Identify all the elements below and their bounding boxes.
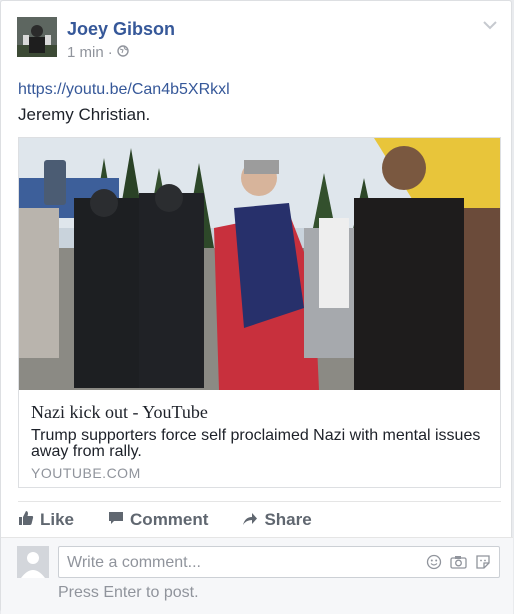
- share-arrow-icon: [242, 510, 258, 531]
- action-bar: Like Comment Share: [18, 508, 501, 532]
- author-avatar[interactable]: [17, 17, 57, 57]
- divider: [18, 501, 501, 502]
- composer-icons: [426, 554, 491, 575]
- comment-bubble-icon: [108, 510, 124, 531]
- preview-image[interactable]: [19, 138, 500, 390]
- preview-domain: YOUTUBE.COM: [31, 465, 141, 481]
- post-card: Joey Gibson 1 min · https://youtu.be/Can…: [0, 0, 513, 614]
- comment-label: Comment: [130, 510, 209, 529]
- share-label: Share: [264, 510, 312, 529]
- like-label: Like: [40, 510, 75, 529]
- comment-button[interactable]: Comment: [108, 508, 208, 532]
- post-link[interactable]: https://youtu.be/Can4b5XRkxl: [18, 81, 230, 99]
- globe-icon: [116, 44, 129, 61]
- post-meta: 1 min ·: [67, 44, 129, 61]
- user-avatar: [17, 546, 49, 578]
- chevron-down-icon[interactable]: [483, 17, 497, 35]
- post-text: Jeremy Christian.: [18, 105, 151, 124]
- comment-box[interactable]: [58, 546, 500, 578]
- meta-separator: ·: [107, 44, 113, 61]
- link-preview[interactable]: Nazi kick out - YouTube Trump supporters…: [18, 137, 501, 488]
- preview-title[interactable]: Nazi kick out - YouTube: [31, 402, 208, 423]
- post-hint: Press Enter to post.: [58, 584, 199, 601]
- thumbs-up-icon: [18, 510, 34, 531]
- camera-icon[interactable]: [450, 554, 467, 575]
- preview-description: Trump supporters force self proclaimed N…: [31, 427, 481, 460]
- comment-input[interactable]: [65, 553, 409, 573]
- timestamp[interactable]: 1 min: [67, 44, 104, 61]
- comment-composer: Press Enter to post.: [1, 537, 513, 614]
- smiley-icon[interactable]: [426, 554, 442, 575]
- sticker-icon[interactable]: [475, 554, 491, 575]
- like-button[interactable]: Like: [18, 508, 74, 532]
- author-name[interactable]: Joey Gibson: [67, 19, 175, 40]
- share-button[interactable]: Share: [242, 508, 312, 532]
